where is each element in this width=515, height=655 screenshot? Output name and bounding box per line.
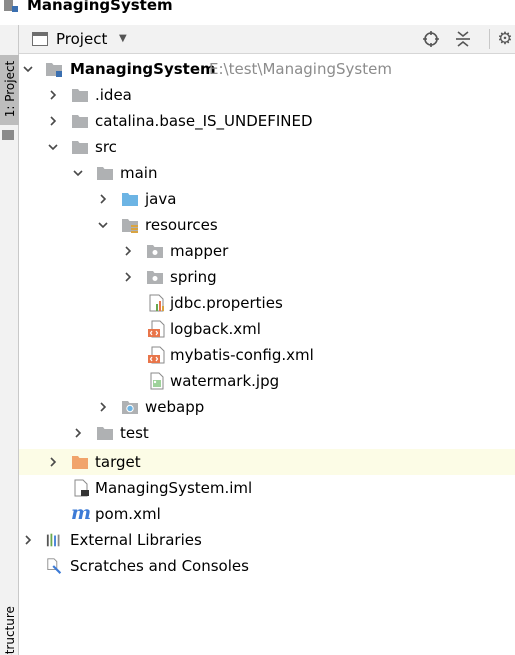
tree-item-label: watermark.jpg <box>170 372 280 390</box>
project-module-icon <box>4 0 18 12</box>
title-bar: ManagingSystem <box>0 0 515 16</box>
chevron-down-icon[interactable]: ▼ <box>119 31 127 47</box>
project-tree: ManagingSystem E:\test\ManagingSystem .i… <box>19 54 515 655</box>
tree-item-label: ManagingSystem <box>70 60 216 78</box>
chevron-right-icon[interactable] <box>96 394 110 420</box>
tree-item-pom-xml[interactable]: m pom.xml <box>19 501 515 527</box>
chevron-right-icon[interactable] <box>71 420 85 446</box>
tree-item-resources[interactable]: resources <box>19 212 515 238</box>
chevron-right-icon[interactable] <box>46 108 60 134</box>
tree-item-label: webapp <box>145 398 205 416</box>
left-tool-strip: 1: Project Structure <box>0 25 19 655</box>
locate-file-button[interactable] <box>421 29 441 49</box>
maven-icon: m <box>71 502 92 524</box>
resources-folder-icon <box>122 219 138 233</box>
tree-item-label: External Libraries <box>70 531 202 549</box>
project-view-icon <box>32 32 48 46</box>
scratches-icon <box>47 558 62 574</box>
module-file-icon <box>74 479 89 497</box>
tree-item-watermark-jpg[interactable]: watermark.jpg <box>19 368 515 394</box>
project-tool-tab-label[interactable]: 1: Project <box>1 57 19 121</box>
tree-item-label: .idea <box>95 86 132 104</box>
tree-item-spring[interactable]: spring <box>19 264 515 290</box>
image-file-icon <box>150 372 164 390</box>
crosshair-icon <box>423 31 439 47</box>
tree-item-label: mapper <box>170 242 229 260</box>
folder-icon <box>96 164 114 182</box>
tree-item-label: jdbc.properties <box>170 294 283 312</box>
tree-item-external-libraries[interactable]: External Libraries <box>19 527 515 553</box>
gear-icon: ⚙ <box>497 29 513 49</box>
tree-item-root[interactable]: ManagingSystem E:\test\ManagingSystem <box>19 56 515 82</box>
tree-item-java[interactable]: java <box>19 186 515 212</box>
chevron-right-icon[interactable] <box>21 527 35 553</box>
chevron-right-icon[interactable] <box>46 449 60 475</box>
chevron-down-icon[interactable] <box>96 212 110 238</box>
folder-icon <box>71 112 89 130</box>
window-title: ManagingSystem <box>27 0 173 14</box>
tree-item-logback-xml[interactable]: logback.xml <box>19 316 515 342</box>
xml-file-icon <box>148 320 165 338</box>
tree-item-mybatis-config-xml[interactable]: mybatis-config.xml <box>19 342 515 368</box>
excluded-folder-icon <box>71 453 89 471</box>
folder-icon <box>71 86 89 104</box>
tree-item-label: java <box>145 190 177 208</box>
tree-item-mapper[interactable]: mapper <box>19 238 515 264</box>
tree-item-label: ManagingSystem.iml <box>95 479 253 497</box>
settings-button[interactable]: ⚙ <box>495 29 515 49</box>
tree-item-src[interactable]: src <box>19 134 515 160</box>
tree-item-label: resources <box>145 216 218 234</box>
tree-item-label: spring <box>170 268 217 286</box>
tree-item-jdbc-properties[interactable]: jdbc.properties <box>19 290 515 316</box>
chevron-down-icon[interactable] <box>71 160 85 186</box>
tree-item-webapp[interactable]: webapp <box>19 394 515 420</box>
tree-item-label: src <box>95 138 117 156</box>
chevron-right-icon[interactable] <box>46 82 60 108</box>
tree-item-label: mybatis-config.xml <box>170 346 314 364</box>
tree-item-main[interactable]: main <box>19 160 515 186</box>
chevron-right-icon[interactable] <box>96 186 110 212</box>
collapse-all-button[interactable] <box>453 29 473 49</box>
project-path: E:\test\ManagingSystem <box>209 60 392 78</box>
chevron-right-icon[interactable] <box>121 238 135 264</box>
folder-icon <box>96 424 114 442</box>
tree-item-target[interactable]: target <box>19 449 515 475</box>
structure-tool-tab[interactable]: Structure <box>1 596 19 655</box>
tree-item-label: pom.xml <box>95 505 161 523</box>
toolbar-divider <box>489 29 490 49</box>
view-selector[interactable]: Project <box>56 29 107 49</box>
source-folder-icon <box>121 190 139 208</box>
tree-item-scratches[interactable]: Scratches and Consoles <box>19 553 515 579</box>
libraries-icon <box>46 533 60 547</box>
tree-item-catalina[interactable]: catalina.base_IS_UNDEFINED <box>19 108 515 134</box>
properties-file-icon <box>149 294 164 312</box>
folder-icon <box>71 138 89 156</box>
tree-item-label: Scratches and Consoles <box>70 557 249 575</box>
tree-item-label: catalina.base_IS_UNDEFINED <box>95 112 313 130</box>
tree-item-label: test <box>120 424 149 442</box>
package-folder-icon <box>147 245 163 258</box>
tree-item-label: logback.xml <box>170 320 261 338</box>
tree-item-label: target <box>95 453 141 471</box>
project-panel-header: Project ▼ ⚙ <box>19 25 515 54</box>
tree-item-idea[interactable]: .idea <box>19 82 515 108</box>
package-folder-icon <box>147 271 163 284</box>
folder-icon <box>2 130 14 140</box>
web-folder-icon <box>122 401 138 414</box>
tree-item-iml[interactable]: ManagingSystem.iml <box>19 475 515 501</box>
xml-file-icon <box>148 346 165 364</box>
chevron-down-icon[interactable] <box>46 134 60 160</box>
tree-item-test[interactable]: test <box>19 420 515 446</box>
chevron-down-icon[interactable] <box>21 56 35 82</box>
chevron-right-icon[interactable] <box>121 264 135 290</box>
collapse-all-icon <box>456 31 470 47</box>
tree-item-label: main <box>120 164 158 182</box>
module-folder-icon <box>46 63 62 77</box>
